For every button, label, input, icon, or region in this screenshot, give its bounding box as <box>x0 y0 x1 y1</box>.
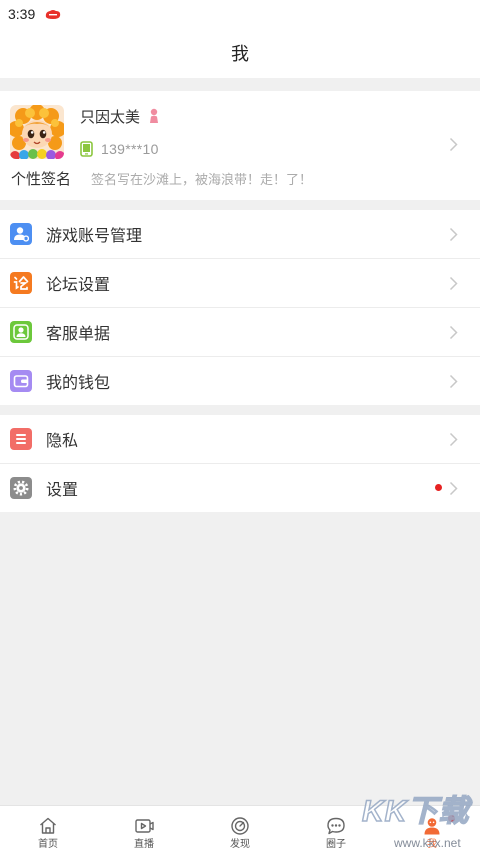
menu-label: 论坛设置 <box>46 277 111 294</box>
phone-icon <box>80 141 93 157</box>
menu-item-settings[interactable]: 设置 <box>0 464 480 512</box>
menu-item-wallet[interactable]: 我的钱包 <box>0 357 480 405</box>
menu-item-customer-service[interactable]: 客服单据 <box>0 308 480 357</box>
bottom-nav: 首页 直播 发现 圈子 我 <box>0 805 480 853</box>
section-divider <box>0 200 480 210</box>
discover-icon <box>230 816 250 836</box>
chevron-right-icon <box>449 481 458 496</box>
menu-label: 我的钱包 <box>46 375 111 392</box>
user-name: 只因太美 <box>80 108 141 126</box>
chevron-right-icon <box>449 137 458 152</box>
phone-number: 139***10 <box>101 141 159 157</box>
status-bar: 3:39 <box>0 0 480 28</box>
privacy-icon <box>10 428 32 450</box>
menu-group-account: 游戏账号管理 论坛设置 客服单据 我的钱包 <box>0 210 480 405</box>
nav-item-live[interactable]: 直播 <box>96 806 192 853</box>
wallet-icon <box>10 370 32 392</box>
name-row: 只因太美 <box>80 105 160 127</box>
signature-text: 签名写在沙滩上，被海浪带！走！了！ <box>91 171 313 187</box>
menu-label: 客服单据 <box>46 326 111 343</box>
menu-label: 游戏账号管理 <box>46 228 143 245</box>
chevron-right-icon <box>449 276 458 291</box>
me-icon <box>422 816 442 836</box>
menu-label: 隐私 <box>46 433 79 450</box>
phone-row: 139***10 <box>80 139 159 159</box>
signature-row[interactable]: 个性签名 签名写在沙滩上，被海浪带！走！了！ <box>11 167 312 189</box>
menu-group-system: 隐私 设置 <box>0 415 480 512</box>
section-divider <box>0 405 480 415</box>
page-header: 我 <box>0 28 480 78</box>
chevron-right-icon <box>449 432 458 447</box>
home-icon <box>38 816 58 836</box>
page-title: 我 <box>231 44 249 64</box>
chevron-right-icon <box>449 374 458 389</box>
menu-item-privacy[interactable]: 隐私 <box>0 415 480 464</box>
forum-settings-icon <box>10 272 32 294</box>
nav-item-home[interactable]: 首页 <box>0 806 96 853</box>
nav-label: 首页 <box>38 839 58 850</box>
nav-item-discover[interactable]: 发现 <box>192 806 288 853</box>
status-time: 3:39 <box>8 6 36 22</box>
notification-dot <box>448 815 455 822</box>
nav-label: 圈子 <box>326 839 346 850</box>
chevron-right-icon <box>449 325 458 340</box>
signature-label: 个性签名 <box>11 170 72 188</box>
circle-chat-icon <box>326 816 346 836</box>
female-user-icon <box>148 108 160 124</box>
nav-label: 我 <box>427 839 437 850</box>
red-app-icon <box>44 9 62 20</box>
section-divider <box>0 78 480 91</box>
chevron-right-icon <box>449 227 458 242</box>
menu-item-forum-settings[interactable]: 论坛设置 <box>0 259 480 308</box>
customer-service-icon <box>10 321 32 343</box>
nav-item-circle[interactable]: 圈子 <box>288 806 384 853</box>
nav-label: 直播 <box>134 839 154 850</box>
settings-icon <box>10 477 32 499</box>
menu-label: 设置 <box>46 482 79 499</box>
game-account-icon <box>10 223 32 245</box>
menu-item-game-account[interactable]: 游戏账号管理 <box>0 210 480 259</box>
nav-item-me[interactable]: 我 <box>384 806 480 853</box>
profile-card[interactable]: 只因太美 139***10 个性签名 签名写在沙滩上，被海浪带！走！了！ <box>0 91 480 200</box>
nav-label: 发现 <box>230 839 250 850</box>
live-video-icon <box>134 816 154 836</box>
notification-dot <box>435 484 442 491</box>
avatar[interactable] <box>10 105 64 159</box>
